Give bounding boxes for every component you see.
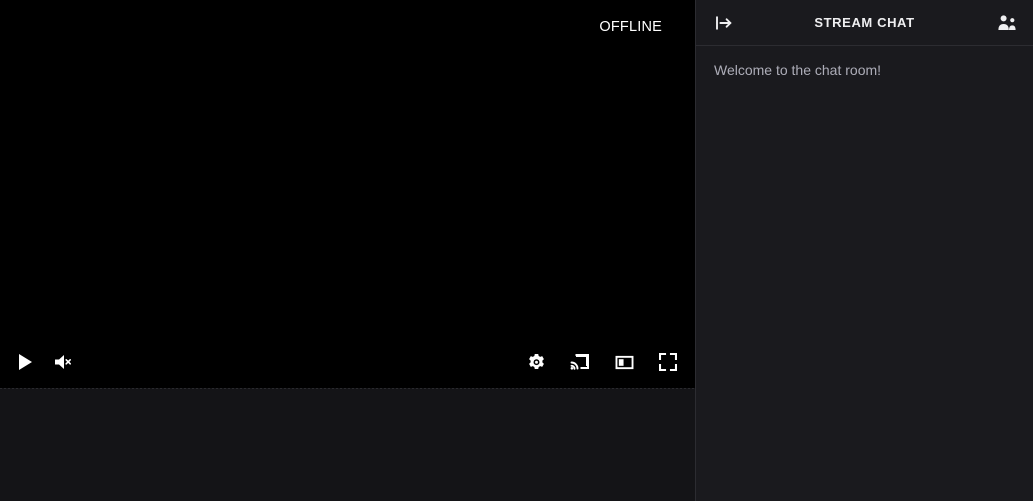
player-controls-right <box>521 347 683 377</box>
chat-panel: STREAM CHAT Welcome to the chat room! <box>695 0 1033 501</box>
cast-icon <box>570 353 590 371</box>
gear-icon <box>527 353 546 372</box>
volume-muted-icon <box>53 353 73 371</box>
theater-mode-button[interactable] <box>609 347 639 377</box>
cast-button[interactable] <box>565 347 595 377</box>
player-column: OFFLINE <box>0 0 695 501</box>
community-users-icon <box>997 14 1017 32</box>
play-icon <box>17 353 33 371</box>
player-control-bar <box>0 336 695 388</box>
chat-title: STREAM CHAT <box>814 15 915 30</box>
video-player[interactable]: OFFLINE <box>0 0 695 388</box>
collapse-chat-icon <box>715 15 733 31</box>
theater-mode-icon <box>615 354 634 371</box>
chat-welcome-message: Welcome to the chat room! <box>714 62 882 78</box>
offline-status-badge: OFFLINE <box>599 19 662 35</box>
collapse-chat-button[interactable] <box>710 9 738 37</box>
play-button[interactable] <box>10 347 40 377</box>
fullscreen-icon <box>659 353 677 371</box>
fullscreen-button[interactable] <box>653 347 683 377</box>
channel-info-bar: Follow <box>0 389 695 501</box>
mute-toggle-button[interactable] <box>48 347 78 377</box>
chat-header: STREAM CHAT <box>696 0 1033 46</box>
settings-button[interactable] <box>521 347 551 377</box>
stream-page: OFFLINE STREAM CHAT Welcome to the chat … <box>0 0 1033 501</box>
player-controls-left <box>10 347 78 377</box>
chat-message-list[interactable]: Welcome to the chat room! <box>696 46 1033 501</box>
community-button[interactable] <box>993 9 1021 37</box>
